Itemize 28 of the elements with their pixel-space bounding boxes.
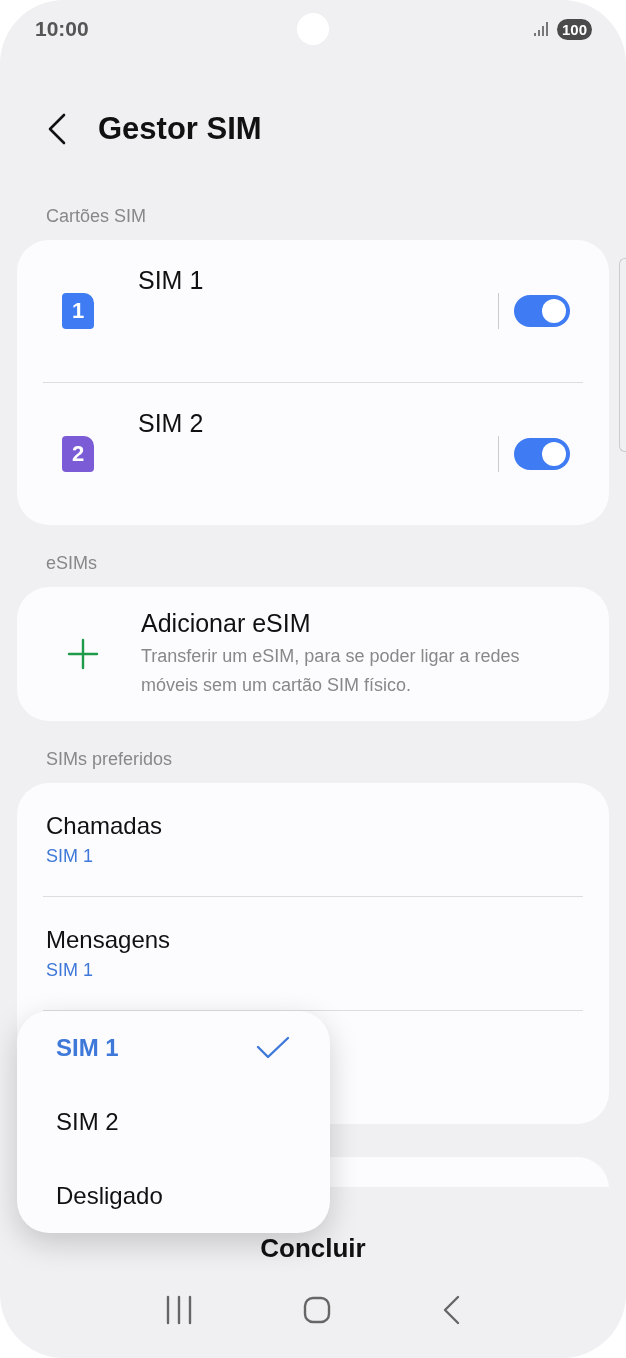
battery-level: 100 <box>556 18 592 40</box>
item-title[interactable]: Adicionar eSIM <box>141 608 561 638</box>
section-header: Cartões SIM <box>45 205 148 228</box>
toggle-switch[interactable] <box>514 438 570 470</box>
item-title[interactable]: Mensagens <box>46 926 609 954</box>
home-icon[interactable] <box>303 1295 331 1324</box>
item-value: SIM 1 <box>46 846 94 867</box>
item-title[interactable]: Chamadas <box>46 812 609 840</box>
sim-card-icon: 1 <box>62 293 94 329</box>
sim-name: SIM 2 <box>138 409 204 438</box>
section-header: eSIMs <box>45 552 98 575</box>
toggle-switch[interactable] <box>514 295 570 327</box>
menu-option[interactable]: SIM 2 <box>17 1085 330 1159</box>
recent-apps-icon[interactable] <box>165 1294 193 1325</box>
done-button[interactable]: Concluir <box>250 1235 376 1261</box>
page-title: Gestor SIM <box>98 111 262 147</box>
check-icon <box>256 1036 290 1060</box>
plus-icon <box>67 638 99 670</box>
menu-option[interactable]: SIM 1 <box>17 1011 330 1085</box>
item-description: Transferir um eSIM, para se poder ligar a redes móveis sem um cartão SIM físico. <box>141 644 521 697</box>
sim-name: SIM 1 <box>138 266 204 295</box>
signal-icon <box>532 21 551 37</box>
sim-card-icon: 2 <box>62 436 94 472</box>
back-icon[interactable] <box>46 113 68 145</box>
menu-option[interactable]: Desligado <box>17 1159 330 1233</box>
item-value: SIM 1 <box>46 960 94 981</box>
clock-time: 10:00 <box>35 17 89 41</box>
section-header: SIMs preferidos <box>45 748 174 771</box>
